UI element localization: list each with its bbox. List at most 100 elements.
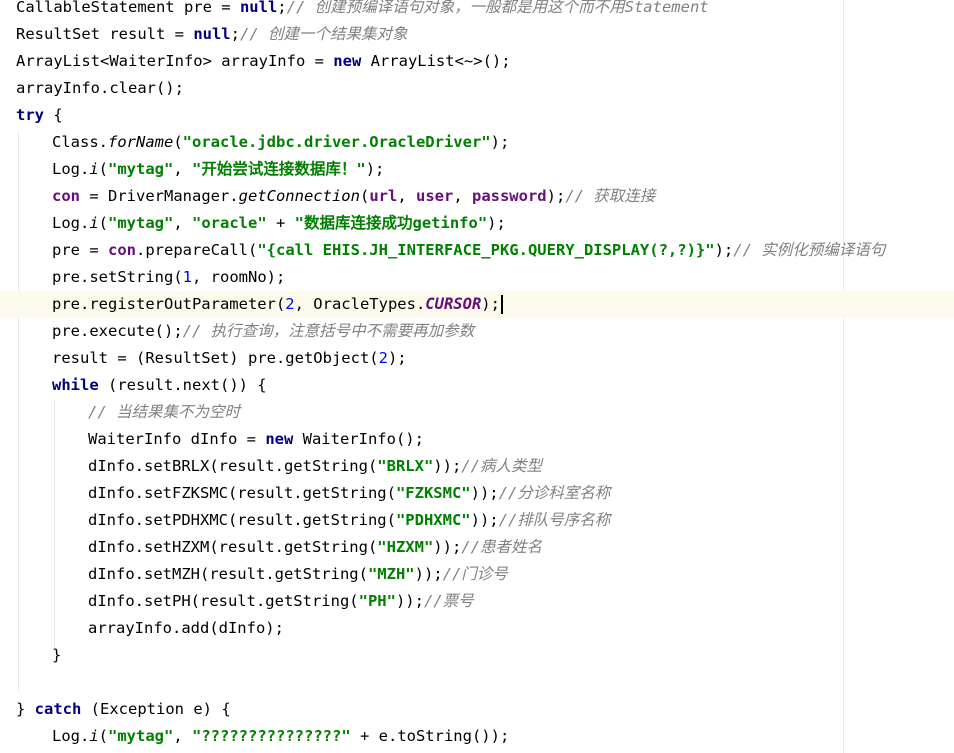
code-token: null — [193, 25, 231, 43]
code-token: //分诊科室名称 — [498, 484, 611, 502]
code-token: "mytag" — [108, 160, 174, 178]
code-token: ArrayList<WaiterInfo> arrayInfo = — [16, 52, 334, 70]
code-line[interactable]: Class.forName("oracle.jdbc.driver.Oracle… — [0, 129, 954, 156]
code-token: ArrayList<~>(); — [361, 52, 511, 70]
code-token: "HZXM" — [377, 538, 434, 556]
code-token: ; — [277, 0, 287, 16]
code-token: )); — [433, 457, 462, 475]
code-line[interactable]: dInfo.setMZH(result.getString("MZH"));//… — [0, 561, 954, 588]
code-token: // 实例化预编译语句 — [733, 241, 886, 259]
code-token: dInfo.setPH(result.getString( — [88, 592, 359, 610]
code-line[interactable]: // 当结果集不为空时 — [0, 399, 954, 426]
code-line[interactable]: pre.registerOutParameter(2, OracleTypes.… — [0, 291, 954, 318]
code-line[interactable]: arrayInfo.add(dInfo); — [0, 615, 954, 642]
code-token: WaiterInfo(); — [293, 430, 424, 448]
code-token: pre.setString( — [52, 268, 183, 286]
code-token: ( — [98, 727, 109, 745]
code-line[interactable]: ArrayList<WaiterInfo> arrayInfo = new Ar… — [0, 48, 954, 75]
code-token: CURSOR — [425, 295, 482, 313]
code-line[interactable]: dInfo.setBRLX(result.getString("BRLX"));… — [0, 453, 954, 480]
code-line[interactable]: ResultSet result = null;// 创建一个结果集对象 — [0, 21, 954, 48]
code-token: con — [108, 241, 136, 259]
code-token: 2 — [285, 295, 295, 313]
code-line[interactable]: Log.i("mytag", "oracle" + "数据库连接成功getinf… — [0, 210, 954, 237]
code-token: ); — [546, 187, 566, 205]
code-token: "开始尝试连接数据库！" — [192, 160, 366, 178]
code-token: ( — [98, 160, 109, 178]
code-token: dInfo.setFZKSMC(result.getString( — [88, 484, 396, 502]
code-token: //患者姓名 — [461, 538, 542, 556]
code-token: arrayInfo.clear(); — [16, 79, 184, 97]
code-token: .prepareCall( — [136, 241, 258, 259]
code-line[interactable]: } catch (Exception e) { — [0, 696, 954, 723]
code-line[interactable]: pre = con.prepareCall("{call EHIS.JH_INT… — [0, 237, 954, 264]
code-token: ; — [230, 25, 240, 43]
code-line[interactable]: result = (ResultSet) pre.getObject(2); — [0, 345, 954, 372]
code-token: , OracleTypes. — [294, 295, 426, 313]
code-line[interactable]: pre.setString(1, roomNo); — [0, 264, 954, 291]
code-token: //票号 — [423, 592, 474, 610]
code-line[interactable]: } — [0, 642, 954, 669]
code-token: { — [44, 106, 63, 124]
code-token: pre.registerOutParameter( — [52, 295, 286, 313]
code-token: ( — [98, 214, 109, 232]
code-token: } — [52, 646, 62, 664]
code-line[interactable] — [0, 669, 954, 696]
code-token: "mytag" — [108, 214, 174, 232]
code-line[interactable]: while (result.next()) { — [0, 372, 954, 399]
code-token: 1 — [182, 268, 192, 286]
code-line[interactable]: Log.i("mytag", "开始尝试连接数据库！"); — [0, 156, 954, 183]
code-token: //病人类型 — [461, 457, 542, 475]
code-token: Log. — [52, 160, 90, 178]
code-line[interactable]: try { — [0, 102, 954, 129]
code-token: 2 — [378, 349, 388, 367]
code-token: )); — [470, 511, 499, 529]
code-token: result = (ResultSet) pre.getObject( — [52, 349, 379, 367]
code-line[interactable]: pre.execute();// 执行查询，注意括号中不需要再加参数 — [0, 318, 954, 345]
code-editor[interactable]: CallableStatement pre = null;// 创建预编译语句对… — [0, 0, 954, 753]
code-token: "FZKSMC" — [395, 484, 471, 502]
code-token: , — [397, 187, 416, 205]
code-line[interactable]: arrayInfo.clear(); — [0, 75, 954, 102]
code-token: ); — [490, 133, 510, 151]
code-token: arrayInfo.add(dInfo); — [88, 619, 284, 637]
code-token: , — [173, 727, 193, 745]
code-token: // 获取连接 — [565, 187, 656, 205]
code-token: while — [52, 376, 99, 394]
code-token: "BRLX" — [377, 457, 434, 475]
code-token: new — [333, 52, 362, 70]
code-line[interactable]: con = DriverManager.getConnection(url, u… — [0, 183, 954, 210]
code-token: ); — [714, 241, 734, 259]
code-token: CallableStatement pre = — [16, 0, 240, 16]
code-token: + — [266, 214, 295, 232]
code-line[interactable]: dInfo.setPDHXMC(result.getString("PDHXMC… — [0, 507, 954, 534]
code-token: } — [16, 700, 35, 718]
code-token: + e.toString()); — [350, 727, 510, 745]
code-token: dInfo.setHZXM(result.getString( — [88, 538, 378, 556]
code-token: )); — [395, 592, 424, 610]
code-line[interactable]: dInfo.setFZKSMC(result.getString("FZKSMC… — [0, 480, 954, 507]
code-token: dInfo.setBRLX(result.getString( — [88, 457, 378, 475]
code-token: ); — [387, 349, 407, 367]
code-token: //排队号序名称 — [498, 511, 611, 529]
code-token: // 执行查询，注意括号中不需要再加参数 — [182, 322, 475, 340]
code-token: "{call EHIS.JH_INTERFACE_PKG.QUERY_DISPL… — [257, 241, 715, 259]
code-token: "mytag" — [108, 727, 174, 745]
code-line[interactable]: dInfo.setHZXM(result.getString("HZXM"));… — [0, 534, 954, 561]
code-token: // 创建预编译语句对象，一般都是用这个而不用Statement — [286, 0, 709, 16]
code-token: ResultSet result = — [16, 25, 194, 43]
code-token: = DriverManager. — [80, 187, 239, 205]
code-token: // 当结果集不为空时 — [88, 403, 240, 421]
code-token: )); — [470, 484, 499, 502]
code-token: , — [173, 214, 193, 232]
code-line[interactable]: CallableStatement pre = null;// 创建预编译语句对… — [0, 0, 954, 21]
code-line[interactable]: Log.i("mytag", "???????????????" + e.toS… — [0, 723, 954, 750]
code-line[interactable]: dInfo.setPH(result.getString("PH"));//票号 — [0, 588, 954, 615]
code-token: dInfo.setPDHXMC(result.getString( — [88, 511, 396, 529]
code-token: )); — [414, 565, 443, 583]
code-token: , — [173, 160, 193, 178]
code-line[interactable]: WaiterInfo dInfo = new WaiterInfo(); — [0, 426, 954, 453]
code-token: ); — [481, 295, 500, 313]
code-token: "MZH" — [367, 565, 415, 583]
code-token: forName — [108, 133, 174, 151]
